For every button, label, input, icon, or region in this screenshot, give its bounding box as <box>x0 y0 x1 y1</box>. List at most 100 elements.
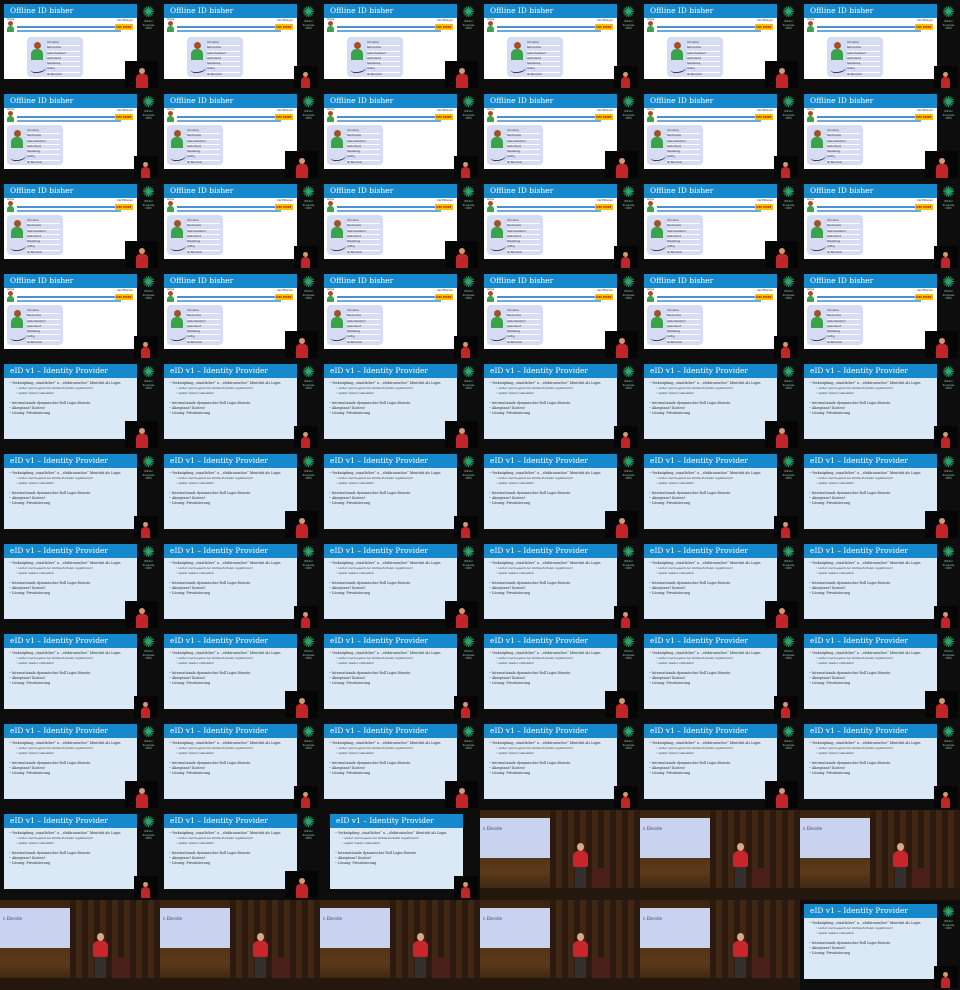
thumbnail-stage[interactable]: n Dienste <box>640 810 800 900</box>
thumbnail-eid[interactable]: eID v1 – Identity Provider • Verknüpfung… <box>160 360 320 450</box>
flow-arrow <box>337 296 441 298</box>
thumbnail-eid[interactable]: eID v1 – Identity Provider • Verknüpfung… <box>320 360 480 450</box>
thumbnail-eid[interactable]: eID v1 – Identity Provider • Verknüpfung… <box>320 450 480 540</box>
thumbnail-offline-id[interactable]: Offline ID bisher Alice Verifizierer DM … <box>320 180 480 270</box>
snowflake-icon: ✺ <box>622 633 635 651</box>
thumbnail-eid[interactable]: eID v1 – Identity Provider • Verknüpfung… <box>320 540 480 630</box>
snowflake-icon: ✺ <box>622 273 635 291</box>
bullet-text: Internationale dynamischer Roll Login-Di… <box>812 671 891 675</box>
thumbnail-offline-id[interactable]: Offline ID bisher Alice Verifizierer DM … <box>640 90 800 180</box>
conference-logo: ✺ Winter Kongress 2023 <box>940 364 957 408</box>
thumbnail-stage[interactable]: n Dienste <box>800 810 960 900</box>
thumbnail-eid[interactable]: eID v1 – Identity Provider • Verknüpfung… <box>320 810 480 900</box>
thumbnail-eid[interactable]: eID v1 – Identity Provider • Verknüpfung… <box>640 360 800 450</box>
thumbnail-offline-id[interactable]: Offline ID bisher Alice Verifizierer DM … <box>800 90 960 180</box>
thumbnail-eid[interactable]: eID v1 – Identity Provider • Verknüpfung… <box>320 630 480 720</box>
bullet-item: • Lösung: Privatisierung <box>809 681 932 686</box>
thumbnail-eid[interactable]: eID v1 – Identity Provider • Verknüpfung… <box>480 450 640 540</box>
thumbnail-offline-id[interactable]: Offline ID bisher Alice Verifizierer DM … <box>160 90 320 180</box>
thumbnail-offline-id[interactable]: Offline ID bisher Alice Verifizierer DM … <box>800 0 960 90</box>
post-badge: DM POST <box>915 204 933 210</box>
id-fields: Vorname Nachname Geburtsdatum Geburtsort Sta… <box>827 219 860 257</box>
thumbnail-offline-id[interactable]: Offline ID bisher Alice Verifizierer DM … <box>640 0 800 90</box>
thumbnail-offline-id[interactable]: Offline ID bisher Alice Verifizierer DM … <box>160 0 320 90</box>
thumbnail-eid[interactable]: eID v1 – Identity Provider • Verknüpfung… <box>640 630 800 720</box>
slide-title: Offline ID bisher <box>484 184 617 198</box>
thumbnail-stage[interactable]: n Dienste <box>160 900 320 990</box>
thumbnail-stage[interactable]: n Dienste <box>640 900 800 990</box>
thumbnail-stage[interactable]: n Dienste <box>480 900 640 990</box>
bullet-text: Lösung: Privatisierung <box>492 411 531 415</box>
thumbnail-eid[interactable]: eID v1 – Identity Provider • Verknüpfung… <box>160 810 320 900</box>
thumbnail-stage[interactable]: n Dienste <box>320 900 480 990</box>
thumbnail-eid[interactable]: eID v1 – Identity Provider • Verknüpfung… <box>800 360 960 450</box>
thumbnail-eid[interactable]: eID v1 – Identity Provider • Verknüpfung… <box>160 450 320 540</box>
logo-text: 2023 <box>465 657 472 660</box>
thumbnail-offline-id[interactable]: Offline ID bisher Alice Verifizierer DM … <box>160 180 320 270</box>
thumbnail-offline-id[interactable]: Offline ID bisher Alice Verifizierer DM … <box>160 270 320 360</box>
thumbnail-eid[interactable]: eID v1 – Identity Provider • Verknüpfung… <box>0 630 160 720</box>
id-field: ID-Nummer <box>207 73 240 79</box>
thumbnail-eid[interactable]: eID v1 – Identity Provider • Verknüpfung… <box>640 540 800 630</box>
thumbnail-eid[interactable]: eID v1 – Identity Provider • Verknüpfung… <box>800 450 960 540</box>
speaker-video <box>605 691 638 718</box>
thumbnail-offline-id[interactable]: Offline ID bisher Alice Verifizierer DM … <box>0 180 160 270</box>
thumbnail-offline-id[interactable]: Offline ID bisher Alice Verifizierer DM … <box>800 270 960 360</box>
thumbnail-eid[interactable]: eID v1 – Identity Provider • Verknüpfung… <box>320 720 480 810</box>
thumbnail-eid[interactable]: eID v1 – Identity Provider • Verknüpfung… <box>0 360 160 450</box>
thumbnail-eid[interactable]: eID v1 – Identity Provider • Verknüpfung… <box>0 540 160 630</box>
thumbnail-offline-id[interactable]: Offline ID bisher Alice Verifizierer DM … <box>320 90 480 180</box>
thumbnail-stage[interactable]: n Dienste <box>0 900 160 990</box>
thumbnail-eid[interactable]: eID v1 – Identity Provider • Verknüpfung… <box>160 540 320 630</box>
thumbnail-eid[interactable]: eID v1 – Identity Provider • Verknüpfung… <box>480 360 640 450</box>
thumbnail-eid[interactable]: eID v1 – Identity Provider • Verknüpfung… <box>800 540 960 630</box>
bullet-text: sicher und bequem bei Online-Portalen re… <box>338 656 414 660</box>
thumbnail-offline-id[interactable]: Offline ID bisher Alice Verifizierer DM … <box>0 0 160 90</box>
thumbnail-eid[interactable]: eID v1 – Identity Provider • Verknüpfung… <box>480 720 640 810</box>
thumbnail-eid[interactable]: eID v1 – Identity Provider • Verknüpfung… <box>480 540 640 630</box>
thumbnail-eid[interactable]: eID v1 – Identity Provider • Verknüpfung… <box>160 720 320 810</box>
slide: eID v1 – Identity Provider • Verknüpfung… <box>324 544 457 619</box>
thumbnail-eid[interactable]: eID v1 – Identity Provider • Verknüpfung… <box>800 720 960 810</box>
thumbnail-offline-id[interactable]: Offline ID bisher Alice Verifizierer DM … <box>320 0 480 90</box>
thumbnail-offline-id[interactable]: Offline ID bisher Alice Verifizierer DM … <box>480 270 640 360</box>
bullet-text: Internationale dynamischer Roll Login-Di… <box>812 941 891 945</box>
thumbnail-eid[interactable]: eID v1 – Identity Provider • Verknüpfung… <box>160 630 320 720</box>
thumbnail-offline-id[interactable]: Offline ID bisher Alice Verifizierer DM … <box>0 90 160 180</box>
thumbnail-eid[interactable]: eID v1 – Identity Provider • Verknüpfung… <box>480 630 640 720</box>
signature-icon <box>169 330 187 343</box>
bullet-text: Akzeptanz? Kosten? <box>492 406 526 410</box>
thumbnail-offline-id[interactable]: Offline ID bisher Alice Verifizierer DM … <box>800 180 960 270</box>
thumbnail-offline-id[interactable]: Offline ID bisher Alice Verifizierer DM … <box>480 0 640 90</box>
logo-text: 2023 <box>305 297 312 300</box>
thumbnail-eid[interactable]: eID v1 – Identity Provider • Verknüpfung… <box>640 720 800 810</box>
bullet-text: Akzeptanz? Kosten? <box>332 406 366 410</box>
thumbnail-offline-id[interactable]: Offline ID bisher Alice Verifizierer DM … <box>480 180 640 270</box>
bullet-text: sicher und bequem bei Online-Portalen re… <box>18 836 94 840</box>
thumbnail-offline-id[interactable]: Offline ID bisher Alice Verifizierer DM … <box>0 270 160 360</box>
thumbnail-eid[interactable]: eID v1 – Identity Provider • Verknüpfung… <box>640 450 800 540</box>
thumbnail-offline-id[interactable]: Offline ID bisher Alice Verifizierer DM … <box>640 180 800 270</box>
logo-text: 2023 <box>625 27 632 30</box>
thumbnail-eid[interactable]: eID v1 – Identity Provider • Verknüpfung… <box>800 900 960 990</box>
id-card: Vorname Nachname Geburtsdatum Geburtsort Sta… <box>7 305 63 347</box>
thumbnail-offline-id[interactable]: Offline ID bisher Alice Verifizierer DM … <box>640 270 800 360</box>
thumbnail-offline-id[interactable]: Offline ID bisher Alice Verifizierer DM … <box>480 90 640 180</box>
post-badge: DM POST <box>915 24 933 30</box>
flow-arrow <box>177 116 281 118</box>
thumbnail-eid[interactable]: eID v1 – Identity Provider • Verknüpfung… <box>0 720 160 810</box>
thumbnail-eid[interactable]: eID v1 – Identity Provider • Verknüpfung… <box>800 630 960 720</box>
thumbnail-eid[interactable]: eID v1 – Identity Provider • Verknüpfung… <box>0 810 160 900</box>
thumbnail-offline-id[interactable]: Offline ID bisher Alice Verifizierer DM … <box>320 270 480 360</box>
snowflake-icon: ✺ <box>302 723 315 741</box>
bullet-text: sicher und bequem bei Online-Portalen re… <box>818 476 894 480</box>
logo-text: 2023 <box>145 117 152 120</box>
thumbnail-stage[interactable]: n Dienste <box>480 810 640 900</box>
bullet-text: sicher und bequem bei Online-Portalen re… <box>818 656 894 660</box>
snowflake-icon: ✺ <box>942 723 955 741</box>
thumbnail-eid[interactable]: eID v1 – Identity Provider • Verknüpfung… <box>0 450 160 540</box>
conference-logo: ✺ Winter Kongress 2023 <box>460 634 477 678</box>
slide-title: Offline ID bisher <box>644 4 777 18</box>
bullet-text: später wieder anmelden! <box>498 660 535 665</box>
logo-text: 2023 <box>465 387 472 390</box>
